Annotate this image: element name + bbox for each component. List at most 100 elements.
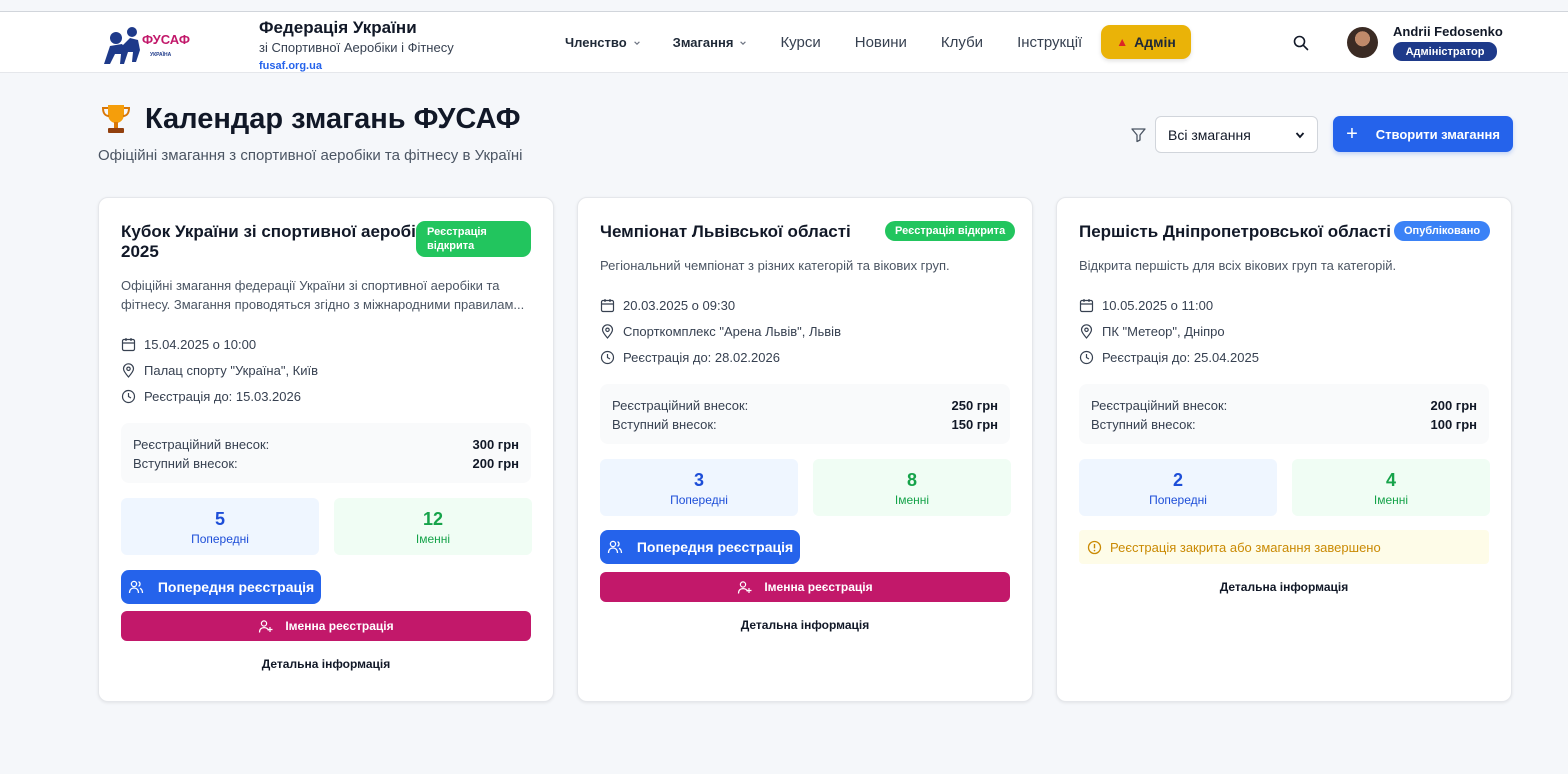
- fee-row-registration: Реєстраційний внесок: 250 грн: [612, 396, 998, 415]
- details-link[interactable]: Детальна інформація: [121, 657, 531, 671]
- status-badge-line: Реєстрація: [427, 226, 487, 238]
- competition-card: Першість Дніпропетровської області Опубл…: [1056, 197, 1512, 702]
- svg-text:УКРАЇНА: УКРАЇНА: [150, 51, 172, 58]
- competition-card: Чемпіонат Львівської області Реєстрація …: [577, 197, 1033, 702]
- chevron-down-icon: [1295, 131, 1305, 138]
- search-icon[interactable]: [1292, 34, 1310, 52]
- card-deadline-text: Реєстрація до: 15.03.2026: [144, 389, 301, 404]
- card-date: 15.04.2025 о 10:00: [121, 337, 256, 352]
- alert-circle-icon: [1087, 540, 1102, 554]
- fee-label: Реєстраційний внесок:: [612, 398, 749, 413]
- card-title-line: 2025: [121, 242, 159, 261]
- details-link[interactable]: Детальна інформація: [1079, 580, 1489, 594]
- calendar-icon: [600, 299, 615, 313]
- stat-preliminary-label: Попередні: [191, 532, 249, 546]
- brand-subtitle: зі Спортивної Аеробіки і Фітнесу: [259, 40, 454, 55]
- filter-selected-value: Всі змагання: [1168, 126, 1251, 143]
- users-icon: [128, 580, 143, 594]
- card-location-text: ПК "Метеор", Дніпро: [1102, 324, 1225, 339]
- nav-competitions-label: Змагання: [672, 35, 734, 50]
- fee-value: 200 грн: [1430, 398, 1477, 413]
- map-pin-icon: [601, 324, 614, 339]
- registration-closed-notice: Реєстрація закрита або змагання завершен…: [1079, 530, 1489, 564]
- card-title-line: Кубок України зі спортивної аеробіки: [121, 222, 435, 241]
- named-registration-button[interactable]: Іменна реєстрація: [600, 572, 1010, 602]
- nav-news[interactable]: Новини: [855, 34, 907, 51]
- stat-preliminary: 5 Попередні: [121, 498, 319, 555]
- card-title: Першість Дніпропетровської області: [1079, 222, 1391, 241]
- page-subtitle: Офіційні змагання з спортивної аеробіки …: [98, 147, 523, 164]
- preliminary-registration-button[interactable]: Попередня реєстрація: [600, 530, 800, 564]
- create-competition-label: Створити змагання: [1375, 126, 1500, 142]
- fire-icon: ▲: [1116, 35, 1129, 49]
- page-title: Календар змагань ФУСАФ: [145, 102, 521, 135]
- card-title: Чемпіонат Львівської області: [600, 222, 851, 241]
- competition-filter-select[interactable]: Всі змагання: [1155, 116, 1318, 153]
- clock-icon: [600, 350, 615, 365]
- details-link[interactable]: Детальна інформація: [600, 618, 1010, 632]
- stat-named: 8 Іменні: [813, 459, 1011, 516]
- page-title-row: Календар змагань ФУСАФ: [100, 102, 521, 136]
- status-badge: Реєстрація відкрита: [416, 221, 531, 257]
- clock-icon: [121, 389, 136, 404]
- brand-block: Федерація України зі Спортивної Аеробіки…: [259, 18, 454, 74]
- status-badge: Опубліковано: [1394, 221, 1491, 241]
- card-deadline: Реєстрація до: 25.04.2025: [1079, 350, 1259, 365]
- card-date-text: 10.05.2025 о 11:00: [1102, 298, 1214, 313]
- filter-icon: [1131, 128, 1146, 143]
- map-pin-icon: [122, 363, 135, 378]
- card-description: Офіційні змагання федерації України зі с…: [121, 276, 531, 314]
- calendar-icon: [121, 338, 136, 352]
- preliminary-registration-button[interactable]: Попередня реєстрація: [121, 570, 321, 604]
- chevron-down-icon: [740, 40, 747, 45]
- card-date-text: 20.03.2025 о 09:30: [623, 298, 736, 313]
- fee-value: 300 грн: [472, 437, 519, 452]
- card-date: 20.03.2025 о 09:30: [600, 298, 735, 313]
- stat-preliminary: 3 Попередні: [600, 459, 798, 516]
- card-deadline-text: Реєстрація до: 28.02.2026: [623, 350, 780, 365]
- fee-value: 200 грн: [472, 456, 519, 471]
- calendar-icon: [1079, 299, 1094, 313]
- card-location: Спорткомплекс "Арена Львів", Львів: [600, 324, 841, 339]
- card-title: Кубок України зі спортивної аеробіки 202…: [121, 222, 435, 262]
- preliminary-registration-label: Попередня реєстрація: [636, 539, 794, 555]
- fusaf-logo[interactable]: ФУСАФ УКРАЇНА: [100, 24, 192, 66]
- map-pin-icon: [1080, 324, 1093, 339]
- trophy-icon: [101, 105, 131, 133]
- status-badge: Реєстрація відкрита: [885, 221, 1016, 241]
- brand-title: Федерація України: [259, 18, 417, 37]
- fee-value: 150 грн: [951, 417, 998, 432]
- fee-value: 250 грн: [951, 398, 998, 413]
- named-registration-label: Іменна реєстрація: [285, 619, 394, 633]
- fee-value: 100 грн: [1430, 417, 1477, 432]
- stat-preliminary-count: 2: [1172, 470, 1183, 490]
- card-fees: Реєстраційний внесок: 200 грн Вступний вн…: [1079, 384, 1489, 444]
- brand-url-link[interactable]: fusaf.org.ua: [259, 58, 454, 74]
- stat-named: 4 Іменні: [1292, 459, 1490, 516]
- fee-row-registration: Реєстраційний внесок: 300 грн: [133, 435, 519, 454]
- nav-membership[interactable]: Членство: [565, 35, 641, 50]
- user-avatar[interactable]: [1347, 27, 1378, 58]
- stat-named-label: Іменні: [894, 493, 930, 507]
- users-icon: [607, 540, 622, 554]
- main-nav: Членство Змагання Курси Новини Клуби Інс…: [565, 12, 1082, 73]
- nav-courses[interactable]: Курси: [780, 34, 820, 51]
- user-plus-icon: [738, 580, 752, 594]
- nav-clubs[interactable]: Клуби: [941, 34, 983, 51]
- card-fees: Реєстраційний внесок: 250 грн Вступний вн…: [600, 384, 1010, 444]
- stat-preliminary-label: Попередні: [1149, 493, 1207, 507]
- admin-button[interactable]: ▲ Адмін: [1101, 25, 1191, 59]
- card-date: 10.05.2025 о 11:00: [1079, 298, 1213, 313]
- browser-top-strip: [0, 0, 1568, 12]
- fee-label: Вступний внесок:: [133, 456, 238, 471]
- user-role-badge: Адміністратор: [1393, 42, 1497, 61]
- card-location-text: Спорткомплекс "Арена Львів", Львів: [623, 324, 841, 339]
- svg-text:ФУСАФ: ФУСАФ: [142, 32, 190, 47]
- stat-named-count: 8: [906, 470, 917, 490]
- nav-instructions[interactable]: Інструкції: [1017, 34, 1082, 51]
- create-competition-button[interactable]: + Створити змагання: [1333, 116, 1513, 152]
- card-description-line: фітнесу. Змагання проводяться згідно з м…: [121, 297, 525, 312]
- nav-competitions[interactable]: Змагання: [673, 35, 748, 50]
- stat-preliminary: 2 Попередні: [1079, 459, 1277, 516]
- named-registration-button[interactable]: Іменна реєстрація: [121, 611, 531, 641]
